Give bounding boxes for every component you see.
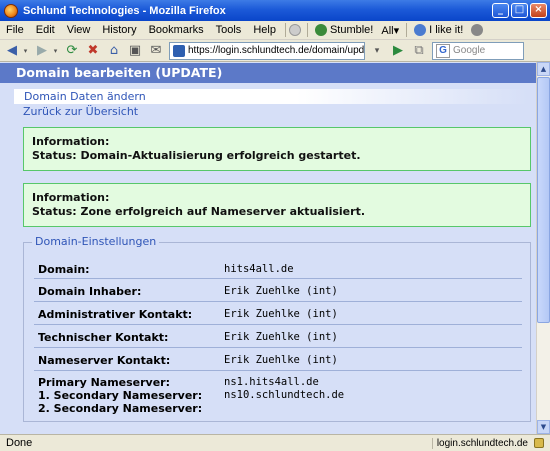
info-box-domain-update: Information: Status: Domain-Aktualisieru… <box>23 127 531 171</box>
row-label: Nameserver Kontakt: <box>38 354 171 367</box>
settings-row-tech-contact: Technischer Kontakt: Erik Zuehlke (int) <box>34 325 522 348</box>
thumbs-up-icon <box>414 24 427 36</box>
url-dropdown-icon[interactable]: ▾ <box>368 42 386 60</box>
vertical-scrollbar[interactable]: ▲ ▼ <box>536 62 550 434</box>
menu-separator <box>306 23 308 37</box>
back-icon[interactable]: ◀ <box>3 42 21 60</box>
stumble-button[interactable]: Stumble! <box>311 24 377 36</box>
navigation-toolbar: ◀ ▾ ▶ ▾ ⟳ ✖ ⌂ ▣ ✉ https://login.schlundt… <box>0 40 550 62</box>
ilike-label: I like it! <box>429 24 464 36</box>
settings-row-admin-contact: Administrativer Kontakt: Erik Zuehlke (i… <box>34 302 522 325</box>
site-favicon-icon <box>173 44 185 57</box>
settings-row-owner: Domain Inhaber: Erik Zuehlke (int) <box>34 279 522 302</box>
page-content: Domain bearbeiten (UPDATE) Domain Daten … <box>0 62 536 434</box>
menu-file[interactable]: File <box>0 24 30 36</box>
forward-icon[interactable]: ▶ <box>33 42 51 60</box>
status-text: Done <box>6 437 33 449</box>
gear-icon[interactable] <box>288 24 301 36</box>
firefox-icon <box>4 3 18 18</box>
window-title: Schlund Technologies - Mozilla Firefox <box>23 4 226 17</box>
scroll-up-icon[interactable]: ▲ <box>537 62 550 76</box>
stumble-label: Stumble! <box>329 24 374 36</box>
addon-icon[interactable]: ⧉ <box>410 42 428 60</box>
minimize-button[interactable]: _ <box>492 3 509 18</box>
menu-history[interactable]: History <box>96 24 142 36</box>
status-url: login.schlundtech.de <box>431 437 532 449</box>
settings-row-ns-contact: Nameserver Kontakt: Erik Zuehlke (int) <box>34 348 522 371</box>
menu-separator <box>406 23 408 37</box>
row-value: Erik Zuehlke (int) <box>224 354 338 366</box>
all-label: All▾ <box>381 24 400 37</box>
menu-view[interactable]: View <box>61 24 97 36</box>
row-label: Administrativer Kontakt: <box>38 308 193 321</box>
settings-row-nameservers: Primary Nameserver: ns1.hits4all.de 1. S… <box>34 371 522 421</box>
menu-bookmarks[interactable]: Bookmarks <box>143 24 210 36</box>
menu-tools[interactable]: Tools <box>210 24 248 36</box>
close-button[interactable]: × <box>530 3 547 18</box>
menu-bar: File Edit View History Bookmarks Tools H… <box>0 21 550 40</box>
row-value: Erik Zuehlke (int) <box>224 331 338 343</box>
back-history-dropdown-icon[interactable]: ▾ <box>21 42 30 60</box>
title-bar: Schlund Technologies - Mozilla Firefox _… <box>0 0 550 21</box>
lock-icon[interactable] <box>534 438 544 448</box>
settings-row-domain: Domain: hits4all.de <box>34 257 522 279</box>
google-icon: G <box>436 43 450 58</box>
ns-label: Primary Nameserver: <box>38 376 171 389</box>
row-label: Domain: <box>38 263 90 276</box>
screen-icon[interactable]: ▣ <box>126 42 144 60</box>
row-value: Erik Zuehlke (int) <box>224 285 338 297</box>
reload-icon[interactable]: ⟳ <box>63 42 81 60</box>
search-input[interactable]: G Google <box>432 41 524 60</box>
thumbs-down-icon[interactable] <box>471 24 484 36</box>
info-text: Status: Domain-Aktualisierung erfolgreic… <box>32 149 361 162</box>
url-text: https://login.schlundtech.de/domain/upda <box>188 45 364 56</box>
info-label: Information: <box>32 135 110 148</box>
menu-help[interactable]: Help <box>247 24 282 36</box>
row-value: hits4all.de <box>224 263 294 275</box>
row-label: Domain Inhaber: <box>38 285 142 298</box>
ns-label: 2. Secondary Nameserver: <box>38 402 203 415</box>
menu-edit[interactable]: Edit <box>30 24 61 36</box>
info-label: Information: <box>32 191 110 204</box>
scrollbar-thumb[interactable] <box>537 77 550 323</box>
stop-icon[interactable]: ✖ <box>84 42 102 60</box>
all-dropdown[interactable]: All▾ <box>377 24 403 37</box>
info-text: Status: Zone erfolgreich auf Nameserver … <box>32 205 366 218</box>
ilike-button[interactable]: I like it! <box>410 24 467 36</box>
search-placeholder: Google <box>453 45 486 56</box>
menu-separator <box>284 23 286 37</box>
maximize-button[interactable]: □ <box>511 3 528 18</box>
tab-domain-data[interactable]: Domain Daten ändern <box>14 89 528 104</box>
home-icon[interactable]: ⌂ <box>105 42 123 60</box>
tools-icon[interactable]: ✉ <box>147 42 165 60</box>
back-to-overview-link[interactable]: Zurück zur Übersicht <box>23 105 536 118</box>
go-icon[interactable]: ▶ <box>389 42 407 60</box>
tab-domain-data-label: Domain Daten ändern <box>24 90 146 103</box>
ns-value: ns1.hits4all.de <box>224 376 319 388</box>
status-bar: Done login.schlundtech.de <box>0 434 550 451</box>
address-bar[interactable]: https://login.schlundtech.de/domain/upda <box>169 41 365 60</box>
scroll-down-icon[interactable]: ▼ <box>537 420 550 434</box>
ns-value: ns10.schlundtech.de <box>224 389 345 401</box>
domain-settings-fieldset: Domain-Einstellungen Domain: hits4all.de… <box>23 235 531 422</box>
row-label: Technischer Kontakt: <box>38 331 169 344</box>
row-value: Erik Zuehlke (int) <box>224 308 338 320</box>
stumble-icon <box>314 24 327 36</box>
page-title: Domain bearbeiten (UPDATE) <box>0 63 536 83</box>
info-box-zone-update: Information: Status: Zone erfolgreich au… <box>23 183 531 227</box>
ns-label: 1. Secondary Nameserver: <box>38 389 203 402</box>
forward-history-dropdown-icon[interactable]: ▾ <box>51 42 60 60</box>
fieldset-legend: Domain-Einstellungen <box>32 235 160 248</box>
